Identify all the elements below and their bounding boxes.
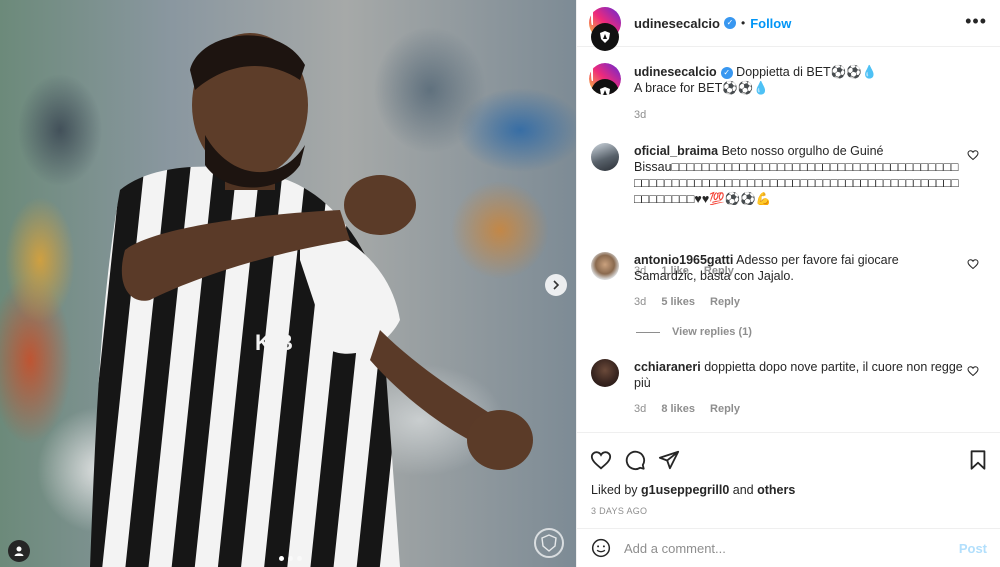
comment-username[interactable]: oficial_braima — [634, 144, 718, 158]
more-options-icon[interactable]: ••• — [965, 12, 987, 30]
like-comment-heart-icon[interactable] — [967, 149, 979, 161]
like-comment-heart-icon[interactable] — [967, 365, 979, 377]
svg-text:KIB: KIB — [255, 330, 293, 355]
comment-input[interactable] — [624, 540, 944, 556]
comment-bubble-icon[interactable] — [624, 449, 646, 471]
post-sidebar: udinesecalcio ✓ • Follow ••• udinesecalc… — [576, 0, 1000, 567]
post-header: udinesecalcio ✓ • Follow ••• — [577, 0, 1000, 67]
tagged-users-button[interactable] — [8, 540, 30, 562]
comment-time: 3d — [634, 296, 647, 308]
carousel-dots — [279, 556, 302, 561]
view-replies-button[interactable]: View replies (1) — [636, 326, 752, 338]
caption-line1: Doppietta di BET⚽⚽💧 — [736, 65, 878, 79]
reply-button[interactable]: Reply — [710, 296, 740, 308]
bookmark-save-icon[interactable] — [967, 449, 989, 471]
caption-line2: A brace for BET⚽⚽💧 — [634, 81, 769, 95]
next-media-button[interactable] — [545, 274, 567, 296]
avatar[interactable] — [591, 252, 619, 280]
liked-by-user[interactable]: g1useppegrill0 — [641, 483, 729, 497]
comment-username[interactable]: antonio1965gatti — [634, 253, 733, 267]
comment-meta: 3d 8 likes Reply — [634, 403, 752, 415]
header-username[interactable]: udinesecalcio — [634, 16, 720, 31]
comment-meta: 3d 5 likes Reply — [634, 296, 752, 308]
comment-username[interactable]: cchiaraneri — [634, 360, 701, 374]
carousel-dot — [279, 556, 284, 561]
user-icon — [14, 546, 24, 556]
comment-likes[interactable]: 5 likes — [661, 296, 695, 308]
club-crest-watermark-icon — [534, 528, 564, 558]
chevron-right-icon — [553, 280, 560, 290]
post-media[interactable]: KIB — [0, 0, 576, 567]
carousel-dot — [288, 556, 293, 561]
post-comment-button[interactable]: Post — [959, 541, 987, 556]
reply-button[interactable]: Reply — [710, 403, 740, 415]
caption-time: 3d — [634, 109, 647, 121]
comments-list[interactable]: udinesecalcio ✓ Doppietta di BET⚽⚽💧 A bra… — [577, 47, 1000, 432]
post-timestamp[interactable]: 3 DAYS AGO — [591, 506, 647, 516]
add-comment-bar: Post — [577, 528, 1000, 567]
like-heart-icon[interactable] — [590, 449, 612, 471]
carousel-dot — [297, 556, 302, 561]
caption-avatar[interactable] — [589, 63, 621, 95]
verified-badge-icon: ✓ — [723, 17, 736, 29]
liked-by: Liked by g1useppegrill0 and others — [591, 483, 795, 497]
post-actions: Liked by g1useppegrill0 and others 3 DAY… — [577, 432, 1000, 528]
like-comment-heart-icon[interactable] — [967, 258, 979, 270]
avatar[interactable] — [591, 143, 619, 171]
share-send-icon[interactable] — [658, 449, 680, 471]
liked-by-others[interactable]: others — [757, 483, 795, 497]
view-replies-line — [636, 331, 660, 333]
follow-button[interactable]: Follow — [750, 16, 791, 31]
comment-time: 3d — [634, 403, 647, 415]
caption-username[interactable]: udinesecalcio — [634, 65, 717, 79]
avatar[interactable] — [589, 7, 621, 67]
liked-by-and: and — [732, 483, 754, 497]
club-logo-icon — [600, 31, 610, 43]
view-replies-label: View replies (1) — [672, 326, 752, 338]
verified-badge-icon: ✓ — [720, 66, 733, 79]
club-logo-icon — [600, 87, 610, 95]
header-separator: • — [740, 16, 746, 30]
avatar[interactable] — [591, 359, 619, 387]
player-photo: KIB — [90, 33, 533, 567]
caption-meta: 3d — [634, 109, 658, 121]
comment-likes[interactable]: 8 likes — [661, 403, 695, 415]
liked-by-prefix: Liked by — [591, 483, 638, 497]
emoji-icon[interactable] — [591, 538, 611, 558]
